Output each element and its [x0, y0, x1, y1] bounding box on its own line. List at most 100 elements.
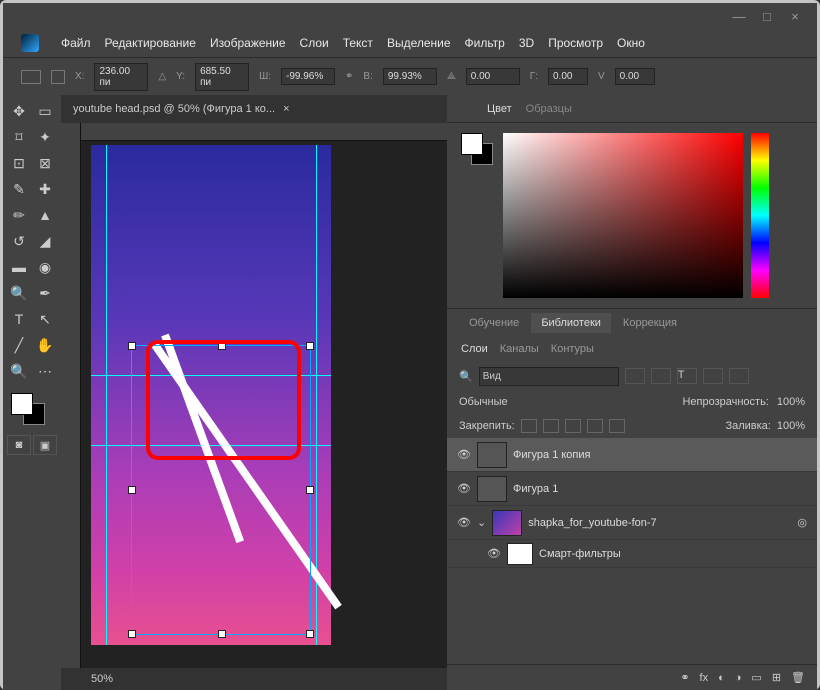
zoom-level[interactable]: 50% — [91, 673, 113, 685]
tab-libraries[interactable]: Библиотеки — [531, 313, 611, 333]
menu-file[interactable]: Файл — [61, 36, 91, 50]
tab-layers[interactable]: Слои — [461, 343, 488, 355]
pen-tool-icon[interactable]: ✒ — [33, 281, 57, 305]
layer-thumbnail[interactable] — [477, 442, 507, 468]
layer-thumbnail[interactable] — [492, 510, 522, 536]
lock-artboard-icon[interactable] — [587, 419, 603, 433]
transform-handle[interactable] — [128, 342, 136, 350]
delete-icon[interactable]: 🗑 — [791, 671, 805, 684]
fill-value[interactable]: 100% — [777, 420, 805, 432]
menu-window[interactable]: Окно — [617, 36, 645, 50]
visibility-icon[interactable]: 👁 — [457, 448, 471, 461]
filter-image-icon[interactable] — [625, 368, 645, 384]
transform-handle[interactable] — [306, 630, 314, 638]
brush-tool-icon[interactable]: ✏ — [7, 203, 31, 227]
document-tab[interactable]: youtube head.psd @ 50% (Фигура 1 ко... × — [61, 95, 447, 123]
tab-learn[interactable]: Обучение — [459, 313, 529, 333]
ruler-vertical[interactable] — [61, 123, 81, 668]
lock-paint-icon[interactable] — [543, 419, 559, 433]
y-field[interactable]: 685.50 пи — [195, 63, 249, 91]
ruler-horizontal[interactable] — [81, 123, 447, 141]
filter-mask-thumbnail[interactable] — [507, 543, 533, 565]
type-tool-icon[interactable]: T — [7, 307, 31, 331]
lasso-tool-icon[interactable]: ⌑ — [7, 125, 31, 149]
menu-3d[interactable]: 3D — [519, 36, 534, 50]
fx-icon[interactable]: fx — [700, 672, 709, 684]
lock-all-icon[interactable] — [609, 419, 625, 433]
transform-icon[interactable] — [21, 70, 41, 84]
guide-vertical[interactable] — [106, 145, 107, 645]
h-field[interactable]: 99.93% — [383, 68, 437, 85]
layer-filter-input[interactable] — [479, 367, 619, 386]
x-field[interactable]: 236.00 пи — [94, 63, 148, 91]
transform-handle[interactable] — [218, 630, 226, 638]
transform-handle[interactable] — [306, 486, 314, 494]
menu-edit[interactable]: Редактирование — [105, 36, 196, 50]
mask-icon[interactable]: ◐ — [718, 672, 725, 684]
visibility-icon[interactable]: 👁 — [457, 482, 471, 495]
filter-shape-icon[interactable] — [703, 368, 723, 384]
menu-layers[interactable]: Слои — [300, 36, 329, 50]
menu-view[interactable]: Просмотр — [548, 36, 603, 50]
history-tool-icon[interactable]: ↺ — [7, 229, 31, 253]
zoom-tool-icon[interactable]: 🔍 — [7, 359, 31, 383]
fg-bg-swatch[interactable] — [461, 133, 495, 167]
canvas[interactable] — [91, 145, 331, 645]
filter-type-icon[interactable]: T — [677, 368, 697, 384]
link-layers-icon[interactable]: ⚭ — [680, 671, 689, 684]
tab-adjust[interactable]: Коррекция — [613, 313, 687, 333]
v-field[interactable]: 0.00 — [615, 68, 655, 85]
gradient-tool-icon[interactable]: ▬ — [7, 255, 31, 279]
color-swatches[interactable] — [7, 391, 57, 427]
tab-paths[interactable]: Контуры — [551, 343, 594, 355]
hue-slider[interactable] — [751, 133, 769, 298]
lock-transparent-icon[interactable] — [521, 419, 537, 433]
transform-handle[interactable] — [306, 342, 314, 350]
visibility-icon[interactable]: 👁 — [487, 547, 501, 560]
stamp-tool-icon[interactable]: ▲ — [33, 203, 57, 227]
screenmode-icon[interactable]: ▣ — [33, 435, 57, 455]
new-layer-icon[interactable]: ⊞ — [772, 671, 781, 684]
close-window-button[interactable]: × — [781, 9, 809, 24]
color-picker[interactable] — [503, 133, 743, 298]
hand-tool-icon[interactable]: ✋ — [33, 333, 57, 357]
tab-color[interactable]: Цвет — [487, 103, 512, 115]
maximize-button[interactable]: □ — [753, 9, 781, 24]
ref-point-icon[interactable] — [51, 70, 65, 84]
layer-row[interactable]: 👁 Смарт-фильтры — [447, 540, 817, 568]
dodge-tool-icon[interactable]: 🔍 — [7, 281, 31, 305]
eraser-tool-icon[interactable]: ◢ — [33, 229, 57, 253]
angle-field[interactable]: 0.00 — [466, 68, 520, 85]
link-icon[interactable]: ⚭ — [345, 71, 353, 82]
quickmask-icon[interactable]: ◙ — [7, 435, 31, 455]
visibility-icon[interactable]: 👁 — [457, 516, 471, 529]
move-tool-icon[interactable]: ✥ — [7, 99, 31, 123]
menu-filter[interactable]: Фильтр — [465, 36, 505, 50]
path-tool-icon[interactable]: ↖ — [33, 307, 57, 331]
layer-row[interactable]: 👁 ⌄ shapka_for_youtube-fon-7 ◎ — [447, 506, 817, 540]
g-field[interactable]: 0.00 — [548, 68, 588, 85]
eyedropper-tool-icon[interactable]: ✎ — [7, 177, 31, 201]
close-tab-icon[interactable]: × — [283, 103, 289, 115]
group-icon[interactable]: ▭ — [751, 671, 761, 684]
filter-adjust-icon[interactable] — [651, 368, 671, 384]
lock-move-icon[interactable] — [565, 419, 581, 433]
layer-thumbnail[interactable] — [477, 476, 507, 502]
layer-row[interactable]: 👁 Фигура 1 копия — [447, 438, 817, 472]
w-field[interactable]: -99.96% — [281, 68, 335, 85]
more-tool-icon[interactable]: ⋯ — [33, 359, 57, 383]
opacity-value[interactable]: 100% — [777, 396, 805, 408]
menu-text[interactable]: Текст — [343, 36, 373, 50]
filter-smart-icon[interactable] — [729, 368, 749, 384]
wand-tool-icon[interactable]: ✦ — [33, 125, 57, 149]
crop-tool-icon[interactable]: ⊡ — [7, 151, 31, 175]
tab-channels[interactable]: Каналы — [500, 343, 539, 355]
minimize-button[interactable]: — — [725, 9, 753, 24]
transform-handle[interactable] — [128, 630, 136, 638]
layer-row[interactable]: 👁 Фигура 1 — [447, 472, 817, 506]
heal-tool-icon[interactable]: ✚ — [33, 177, 57, 201]
expand-icon[interactable]: ⌄ — [477, 516, 486, 529]
line-tool-icon[interactable]: ╱ — [7, 333, 31, 357]
marquee-tool-icon[interactable]: ▭ — [33, 99, 57, 123]
blur-tool-icon[interactable]: ◉ — [33, 255, 57, 279]
